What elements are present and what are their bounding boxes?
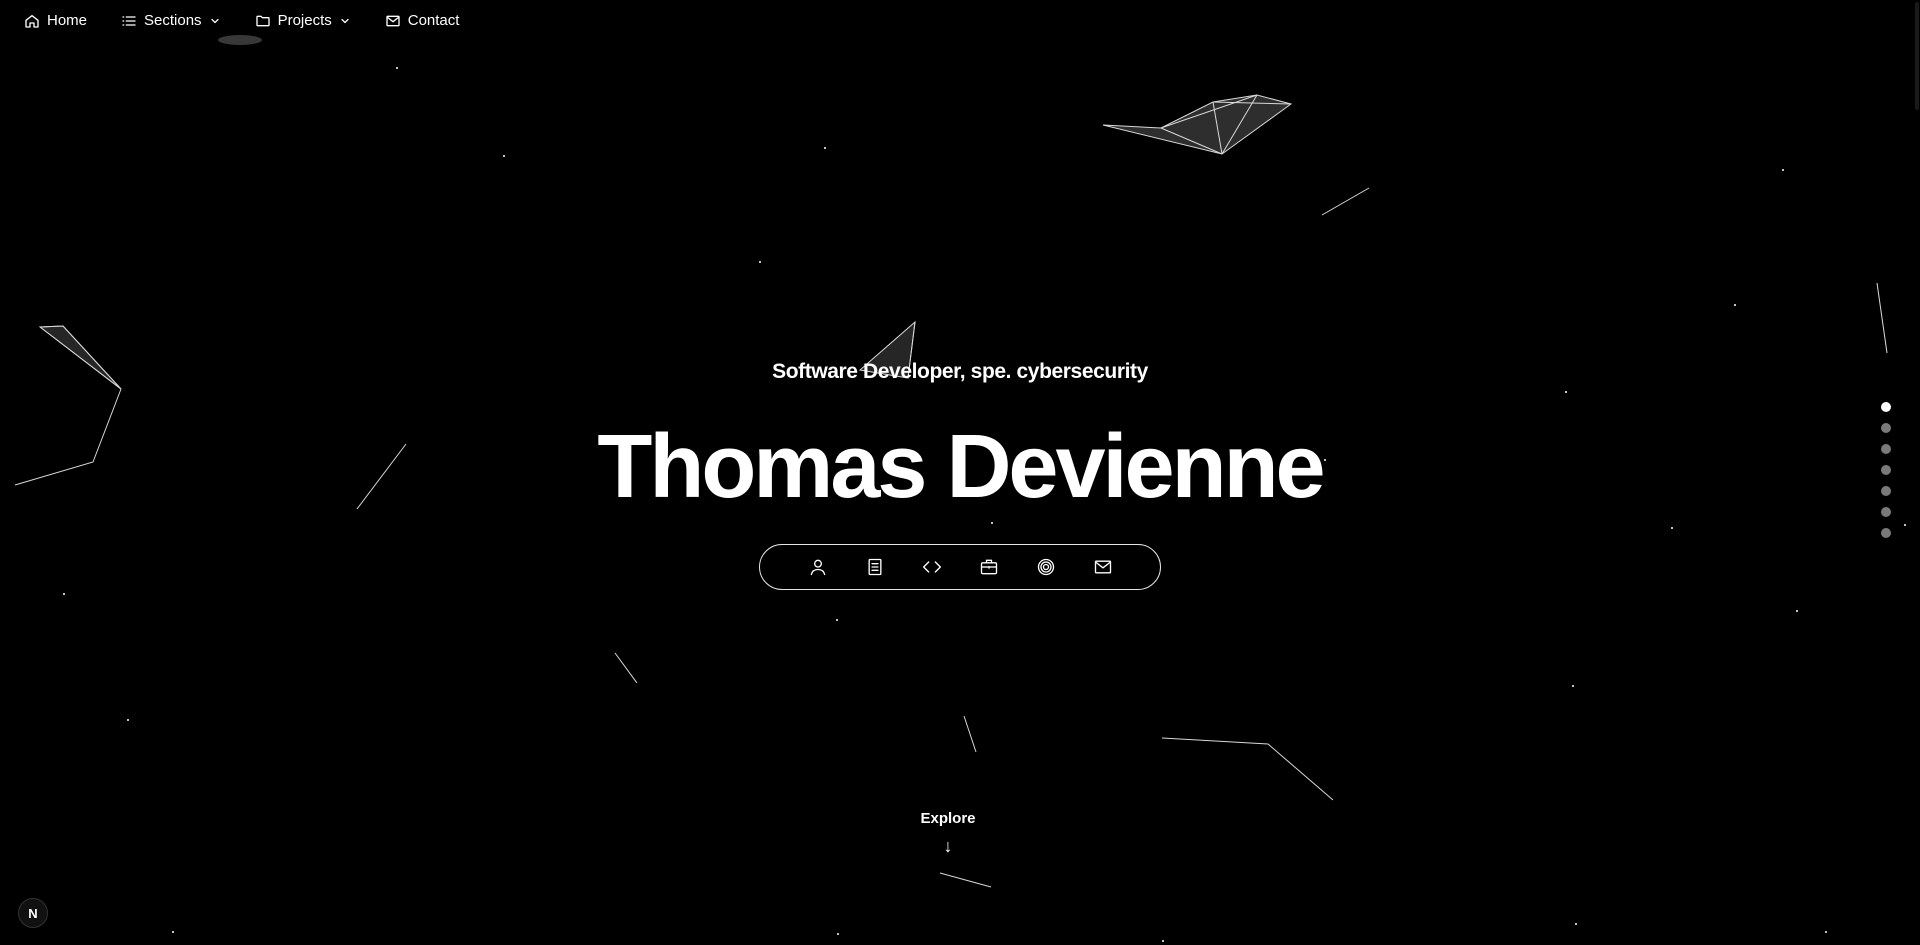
section-dot[interactable] <box>1881 423 1891 433</box>
framework-badge[interactable]: N <box>18 898 48 928</box>
chevron-down-icon <box>339 15 351 27</box>
section-dot[interactable] <box>1881 402 1891 412</box>
user-icon[interactable] <box>806 555 830 579</box>
list-icon <box>121 13 137 29</box>
nav-projects-label: Projects <box>277 12 332 29</box>
section-dot[interactable] <box>1881 444 1891 454</box>
folder-icon <box>255 13 271 29</box>
hero-page: Home Sections Projects Contact Software … <box>0 0 1920 945</box>
target-icon[interactable] <box>1034 555 1058 579</box>
chevron-down-icon <box>209 15 221 27</box>
nav-home[interactable]: Home <box>24 12 87 29</box>
section-dot[interactable] <box>1881 486 1891 496</box>
section-shortcut-bar <box>759 544 1161 590</box>
nav-contact[interactable]: Contact <box>385 12 460 29</box>
nav-sections-dropdown[interactable]: Sections <box>121 12 221 29</box>
arrow-down-icon[interactable]: ↓ <box>940 836 956 856</box>
hero-title: Thomas Devienne <box>597 417 1325 517</box>
scrollbar[interactable] <box>1914 0 1920 945</box>
home-icon <box>24 13 40 29</box>
section-dot[interactable] <box>1881 465 1891 475</box>
code-icon[interactable] <box>920 555 944 579</box>
document-icon[interactable] <box>863 555 887 579</box>
hero-subtitle: Software Developer, spe. cybersecurity <box>772 360 1148 383</box>
nav-contact-label: Contact <box>407 12 460 29</box>
nav-sections-label: Sections <box>144 12 202 29</box>
mail-icon <box>385 13 401 29</box>
nav-projects-dropdown[interactable]: Projects <box>255 12 351 29</box>
briefcase-icon[interactable] <box>977 555 1001 579</box>
scrollbar-thumb[interactable] <box>1915 2 1919 110</box>
top-nav: Home Sections Projects Contact <box>24 12 459 29</box>
section-dot[interactable] <box>1881 528 1891 538</box>
mail-icon[interactable] <box>1091 555 1115 579</box>
explore-link[interactable]: Explore <box>0 810 1896 827</box>
section-dot[interactable] <box>1881 507 1891 517</box>
nav-home-label: Home <box>47 12 88 29</box>
section-dots <box>1881 402 1891 538</box>
